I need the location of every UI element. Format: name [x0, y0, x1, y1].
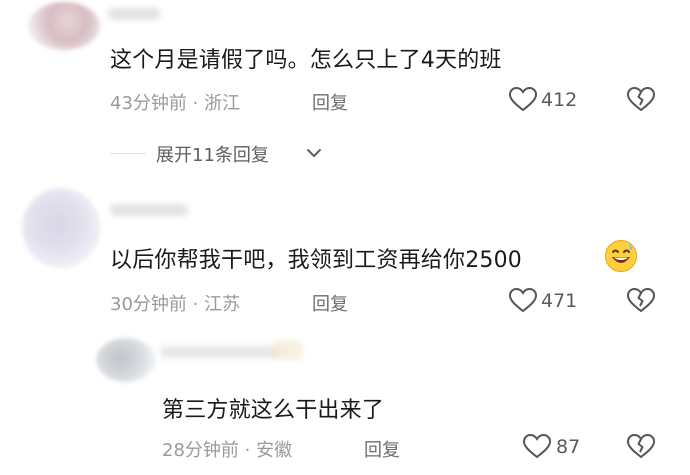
like-count: 87 [556, 436, 581, 458]
avatar[interactable] [96, 338, 156, 382]
meta-separator: · [244, 440, 251, 461]
comment-time: 43分钟前 [110, 93, 187, 114]
chevron-down-icon [305, 145, 323, 161]
avatar[interactable] [28, 2, 100, 50]
like-count: 471 [541, 290, 578, 312]
comment-time: 30分钟前 [110, 294, 187, 315]
heart-outline-icon [508, 86, 538, 112]
expand-replies-label: 展开11条回复 [156, 145, 269, 166]
divider [110, 153, 146, 154]
username-blurred[interactable] [160, 346, 280, 358]
meta-separator: · [192, 93, 199, 114]
comment-time: 28分钟前 [162, 440, 239, 461]
like-button[interactable] [522, 433, 552, 459]
heart-outline-icon [508, 287, 538, 313]
reply-button[interactable]: 回复 [364, 436, 400, 462]
comment-meta: 43分钟前 · 浙江 [110, 89, 240, 115]
username-blurred[interactable] [108, 8, 160, 20]
comment-text: 第三方就这么干出来了 [162, 398, 385, 423]
username-blurred[interactable] [110, 204, 188, 216]
comment-location: 江苏 [204, 294, 241, 315]
username-badge-blurred [272, 340, 302, 360]
comment-location: 浙江 [204, 93, 241, 114]
dislike-button[interactable] [626, 433, 656, 459]
dislike-button[interactable] [626, 86, 656, 112]
heart-outline-icon [522, 433, 552, 459]
comment-text: 以后你帮我干吧，我领到工资再给你2500 [110, 248, 522, 273]
reply-button[interactable]: 回复 [312, 89, 348, 115]
comment-location: 安徽 [256, 440, 293, 461]
comment-meta: 28分钟前 · 安徽 [162, 436, 292, 462]
like-button[interactable] [508, 86, 538, 112]
expand-replies-button[interactable]: 展开11条回复 [156, 141, 269, 167]
meta-separator: · [192, 294, 199, 315]
dislike-button[interactable] [626, 287, 656, 313]
avatar[interactable] [22, 188, 100, 268]
reply-button[interactable]: 回复 [312, 290, 348, 316]
like-count: 412 [541, 89, 578, 111]
comment-meta: 30分钟前 · 江苏 [110, 290, 240, 316]
broken-heart-icon [626, 433, 656, 459]
comment-text: 这个月是请假了吗。怎么只上了4天的班 [110, 48, 502, 73]
broken-heart-icon [626, 86, 656, 112]
broken-heart-icon [626, 287, 656, 313]
grinning-sweat-emoji [604, 239, 638, 273]
like-button[interactable] [508, 287, 538, 313]
